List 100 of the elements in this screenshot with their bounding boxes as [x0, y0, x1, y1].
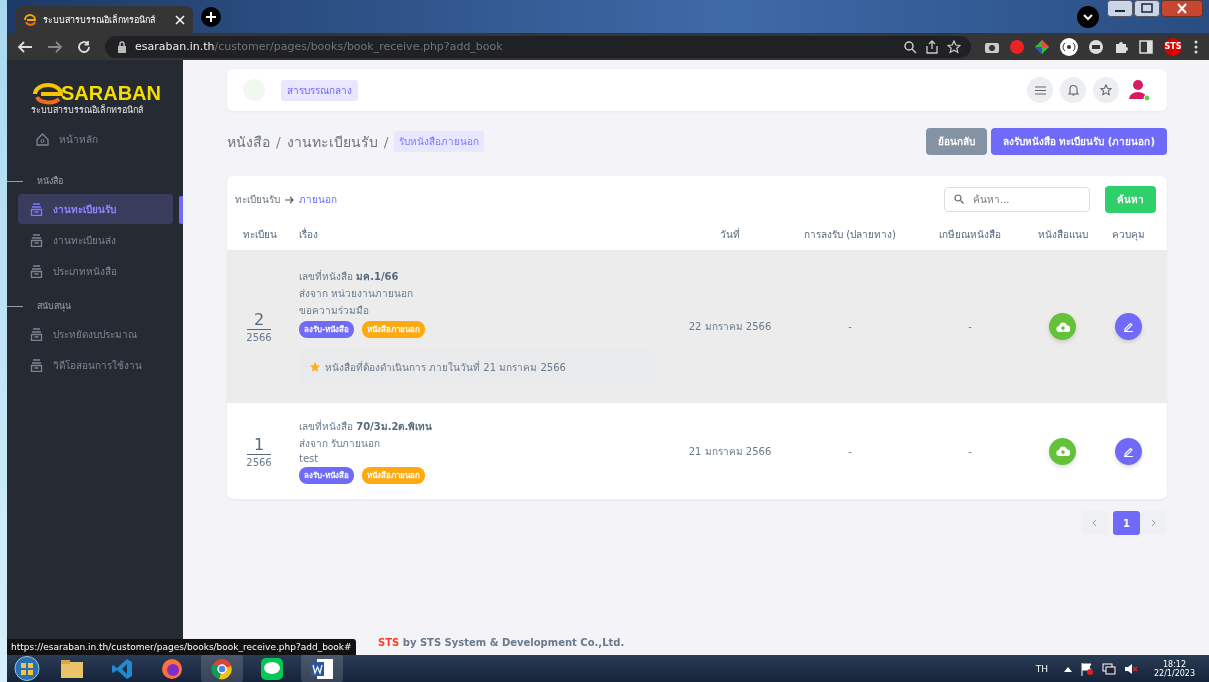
- breadcrumb-current: รับหนังสือภายนอก: [394, 131, 485, 152]
- table-row[interactable]: 2 2566 เลขที่หนังสือ มค.1/66 ส่งจาก หน่วยงานภายนอก ขอความร่วมมือ ลงรับ-หนังสือ หนังสือภายนอก หนังสือที่ต้องดำเนินการ ภายในวันที่ 21 มกราคม 2566 22 มกราคม 2566 - -: [227, 250, 1167, 403]
- chat-icon[interactable]: [1089, 39, 1103, 54]
- star-icon: [1100, 84, 1112, 96]
- date-cell-text: 21 มกราคม 2566: [688, 444, 772, 459]
- breadcrumb-link[interactable]: หนังสือ: [227, 130, 270, 153]
- column-header: ทะเบียน: [243, 228, 277, 242]
- tag: หนังสือภายนอก: [362, 466, 426, 484]
- status-url: https://esaraban.in.th/customer/pages/books/book_receive.php?add_book#: [7, 639, 356, 655]
- favorite-button[interactable]: [1093, 77, 1119, 103]
- clock-date[interactable]: 22/1/2023: [1153, 668, 1195, 678]
- back-button[interactable]: ย้อนกลับ: [925, 128, 987, 155]
- breadcrumb-link[interactable]: งานทะเบียนรับ: [286, 130, 378, 153]
- star-icon[interactable]: [947, 39, 961, 54]
- logo-subtitle: ระบบสารบรรณอิเล็กทรอนิกส์: [31, 103, 144, 117]
- address-field[interactable]: esaraban.in.th/customer/pages/books/book_receive.php?add_book: [105, 35, 971, 58]
- network-icon[interactable]: [1101, 662, 1116, 675]
- drawer-icon: [30, 233, 43, 247]
- home-icon: [36, 133, 49, 146]
- adblock-icon[interactable]: [1010, 39, 1024, 54]
- doc-number-label: เลขที่หนังสือ: [299, 271, 353, 282]
- column-header: ควบคุม: [1111, 228, 1145, 242]
- edit-button[interactable]: [1114, 313, 1142, 340]
- notification-button[interactable]: [1060, 77, 1086, 103]
- kebab-menu-icon[interactable]: [1193, 39, 1199, 54]
- taskbar-app[interactable]: [301, 655, 343, 682]
- flag-icon[interactable]: [1079, 661, 1094, 676]
- register-year: 2566: [246, 332, 272, 343]
- browser-tab[interactable]: ระบบสารบรรณอิเล็กทรอนิกส์: [15, 6, 193, 33]
- section-title: สนับสนุน: [37, 300, 71, 313]
- section-title: หนังสือ: [37, 175, 63, 188]
- path-current[interactable]: ภายนอก: [299, 192, 337, 207]
- user-avatar-icon[interactable]: [1127, 78, 1151, 102]
- table-row[interactable]: 1 2566 เลขที่หนังสือ 70/3ม.2ต.พิเทน ส่งจาก รับภายนอก test ลงรับ-หนังสือ หนังสือภายนอก 21 มกราคม 2566 - -: [227, 403, 1167, 499]
- fox-browser-icon: [161, 657, 183, 680]
- camera-icon[interactable]: [985, 40, 999, 53]
- minimize-icon[interactable]: [1107, 0, 1133, 17]
- code-editor-icon: [111, 657, 133, 680]
- path-link[interactable]: ทะเบียนรับ: [235, 192, 280, 207]
- close-icon[interactable]: [1161, 0, 1203, 17]
- receive-button[interactable]: ลงรับหนังสือ ทะเบียนรับ (ภายนอก): [990, 128, 1167, 155]
- side-panel-icon[interactable]: [1139, 39, 1153, 54]
- taskbar-app[interactable]: [201, 655, 243, 682]
- nav-item[interactable]: ประเภทหนังสือ: [18, 256, 173, 286]
- menu-icon: [1034, 85, 1046, 95]
- table-cell: -: [968, 445, 972, 457]
- pencil-icon: [1122, 445, 1134, 457]
- edit-button[interactable]: [1114, 437, 1142, 465]
- drawer-icon: [30, 358, 43, 372]
- logo-icon: [23, 12, 37, 27]
- reload-icon[interactable]: [77, 39, 91, 54]
- forward-arrow-icon[interactable]: [47, 39, 63, 54]
- start-button-icon[interactable]: [11, 655, 43, 682]
- nav-item[interactable]: ประหยัดงบประมาณ: [18, 319, 173, 349]
- chat-app-icon: [261, 657, 283, 680]
- search-icon: [954, 194, 964, 204]
- drawer-icon: [30, 264, 43, 278]
- puzzle-icon[interactable]: [1114, 39, 1128, 54]
- bell-icon: [1067, 84, 1079, 96]
- active-indicator: [179, 195, 183, 224]
- cloud-upload-icon: [1055, 446, 1070, 456]
- new-tab-icon[interactable]: [201, 6, 221, 27]
- doc-number: มค.1/66: [356, 271, 399, 282]
- nav-item[interactable]: หน้าหลัก: [24, 125, 179, 154]
- search-field[interactable]: ค้นหา...: [944, 187, 1090, 212]
- tag: ลงรับ-หนังสือ: [299, 321, 355, 338]
- folder-icon: [60, 658, 84, 679]
- register-number: 1: [247, 434, 271, 455]
- column-header: การลงรับ (ปลายทาง): [804, 228, 896, 242]
- footer-brand[interactable]: STS: [378, 637, 400, 648]
- table-cell: -: [848, 321, 852, 332]
- speaker-muted-icon[interactable]: [1123, 662, 1138, 675]
- browser-icon: [211, 657, 233, 680]
- page-button[interactable]: 1: [1113, 511, 1140, 535]
- caret-up-icon[interactable]: [1063, 665, 1072, 672]
- register-year: 2566: [246, 456, 272, 468]
- back-arrow-icon[interactable]: [17, 39, 33, 54]
- column-header: วันที่: [720, 227, 740, 242]
- zoom-icon[interactable]: [903, 39, 917, 54]
- drawer-icon: [30, 202, 43, 216]
- maximize-icon[interactable]: [1134, 0, 1160, 17]
- color-picker-icon[interactable]: [1035, 39, 1049, 54]
- chevron-left-icon: [1092, 519, 1097, 527]
- share-icon[interactable]: [925, 39, 939, 54]
- nav-item[interactable]: วิดีโอสอนการใช้งาน: [18, 350, 173, 380]
- extension-badge[interactable]: STS: [1164, 37, 1182, 56]
- footer-text: by STS System & Development Co.,Ltd.: [402, 637, 625, 648]
- language-indicator[interactable]: TH: [1035, 663, 1048, 674]
- nav-item[interactable]: งานทะเบียนส่ง: [18, 225, 173, 255]
- chevron-right-icon: [1151, 519, 1156, 527]
- breadcrumb-separator: /: [276, 133, 281, 150]
- clock-time[interactable]: 18:12: [1162, 659, 1186, 669]
- document-app-icon: [311, 658, 333, 679]
- chevron-down-icon[interactable]: [1077, 5, 1099, 28]
- broadcast-icon[interactable]: [1060, 37, 1078, 56]
- subject-text: ขอความร่วมมือ: [299, 304, 370, 318]
- doc-number-label: เลขที่หนังสือ: [299, 420, 353, 432]
- date-cell-text: 22 มกราคม 2566: [688, 320, 772, 334]
- nav-item[interactable]: งานทะเบียนรับ: [18, 194, 173, 224]
- arrow-right-icon: [285, 195, 294, 204]
